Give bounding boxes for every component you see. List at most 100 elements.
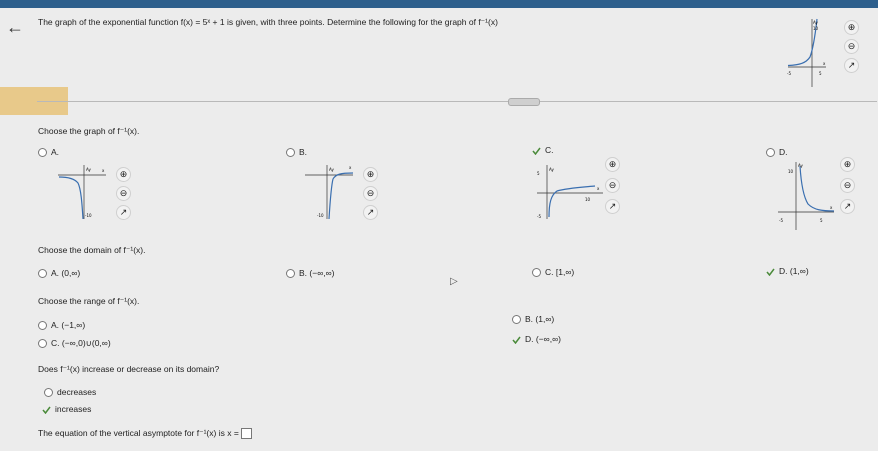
- graph-option-c[interactable]: C.: [532, 145, 554, 155]
- asymptote-prompt-text: The equation of the vertical asymptote f…: [38, 428, 239, 438]
- radio-range-c[interactable]: [38, 339, 47, 349]
- domain-option-b-text: (−∞,∞): [309, 268, 335, 278]
- top-bar: [0, 0, 878, 8]
- range-option-c-letter: C.: [51, 338, 60, 348]
- check-icon: [512, 336, 521, 344]
- radio-range-a[interactable]: [38, 321, 47, 331]
- graph-option-d-letter: D.: [779, 147, 788, 157]
- graph-a-label-y: Ay: [86, 167, 91, 172]
- behavior-option-increases-text: increases: [55, 404, 92, 414]
- domain-option-d-letter: D.: [779, 266, 788, 276]
- radio-domain-a[interactable]: [38, 269, 47, 279]
- arrow-left-icon[interactable]: ←: [6, 17, 24, 38]
- graph-option-b-letter: B.: [299, 147, 308, 157]
- range-option-b[interactable]: B. (1,∞): [512, 314, 555, 325]
- range-option-a-letter: A.: [51, 320, 60, 330]
- range-option-c[interactable]: C. (−∞,0)∪(0,∞): [38, 338, 111, 349]
- domain-option-d-text: (1,∞): [789, 266, 809, 276]
- graph-option-b[interactable]: B.: [286, 147, 308, 158]
- mouse-cursor-icon: ▷: [450, 276, 458, 287]
- range-option-b-text: (1,∞): [535, 314, 555, 324]
- behavior-option-increases[interactable]: increases: [42, 404, 91, 414]
- zoom-out-icon[interactable]: ⊖: [605, 178, 620, 193]
- domain-option-c-text: [1,∞): [555, 267, 575, 277]
- range-option-d-text: (−∞,∞): [535, 334, 561, 344]
- behavior-option-decreases[interactable]: decreases: [44, 387, 97, 398]
- domain-prompt: Choose the domain of f⁻¹(x).: [38, 245, 146, 255]
- popout-icon[interactable]: ↗: [605, 199, 620, 214]
- check-icon: [42, 406, 51, 414]
- check-icon: [766, 268, 775, 276]
- range-prompt: Choose the range of f⁻¹(x).: [38, 296, 140, 306]
- zoom-in-icon[interactable]: ⊕: [605, 157, 620, 172]
- divider: [37, 101, 877, 102]
- radio-range-b[interactable]: [512, 315, 521, 325]
- graph-d-label-y: Ay: [798, 163, 803, 168]
- graph-option-b-plot: Ay x -10: [305, 165, 354, 220]
- graph-label-x: x: [823, 61, 826, 66]
- behavior-option-decreases-text: decreases: [57, 387, 97, 397]
- radio-b[interactable]: [286, 148, 295, 158]
- popout-icon[interactable]: ↗: [840, 199, 855, 214]
- graph-d-label-ten: 10: [788, 169, 794, 174]
- graph-a-label-x: x: [102, 168, 105, 173]
- graph-prompt: Choose the graph of f⁻¹(x).: [38, 126, 140, 136]
- check-icon: [532, 147, 541, 155]
- zoom-out-icon[interactable]: ⊖: [840, 178, 855, 193]
- graph-option-a-plot: Ay x -10: [58, 165, 106, 220]
- domain-option-b[interactable]: B. (−∞,∞): [286, 268, 335, 279]
- range-option-d-letter: D.: [525, 334, 534, 344]
- graph-c-label-y: Ay: [549, 167, 554, 172]
- graph-label-y: Ay: [813, 20, 818, 25]
- zoom-in-icon[interactable]: ⊕: [363, 167, 378, 182]
- graph-option-a[interactable]: A.: [38, 147, 60, 158]
- domain-option-a[interactable]: A. (0,∞): [38, 268, 81, 279]
- popout-icon[interactable]: ↗: [363, 205, 378, 220]
- radio-decreases[interactable]: [44, 388, 53, 398]
- asymptote-answer-input[interactable]: [240, 428, 252, 440]
- radio-d[interactable]: [766, 148, 775, 158]
- graph-b-label-x: x: [349, 165, 352, 170]
- graph-a-label-neg-ten: -10: [85, 213, 92, 218]
- graph-d-label-x: x: [830, 205, 833, 210]
- range-option-a-text: (−1,∞): [61, 320, 86, 330]
- zoom-in-icon[interactable]: ⊕: [840, 157, 855, 172]
- graph-option-c-letter: C.: [545, 145, 554, 155]
- domain-option-d[interactable]: D. (1,∞): [766, 266, 809, 276]
- graph-option-d-plot: Ay 10 x -5 5: [778, 162, 835, 230]
- range-option-b-letter: B.: [525, 314, 534, 324]
- graph-option-d[interactable]: D.: [766, 147, 788, 158]
- graph-b-label-y: Ay: [329, 167, 334, 172]
- range-option-d[interactable]: D. (−∞,∞): [512, 334, 561, 344]
- original-graph: Ay 10 x -5 5: [787, 18, 826, 87]
- zoom-in-icon[interactable]: ⊕: [844, 20, 859, 35]
- domain-option-c[interactable]: C. [1,∞): [532, 267, 575, 278]
- zoom-out-icon[interactable]: ⊖: [844, 39, 859, 54]
- popout-icon[interactable]: ↗: [844, 58, 859, 73]
- expand-handle[interactable]: [508, 98, 540, 106]
- graph-c-label-x: x: [597, 186, 600, 191]
- question-text: The graph of the exponential function f(…: [38, 17, 498, 27]
- graph-b-label-neg-ten: -10: [317, 213, 324, 218]
- graph-option-a-letter: A.: [51, 147, 60, 157]
- domain-option-b-letter: B.: [299, 268, 308, 278]
- range-option-c-text: (−∞,0)∪(0,∞): [61, 338, 111, 348]
- zoom-in-icon[interactable]: ⊕: [116, 167, 131, 182]
- graph-c-label-ten: 10: [585, 197, 591, 202]
- radio-domain-c[interactable]: [532, 268, 541, 278]
- zoom-out-icon[interactable]: ⊖: [116, 186, 131, 201]
- zoom-out-icon[interactable]: ⊖: [363, 186, 378, 201]
- radio-domain-b[interactable]: [286, 269, 295, 279]
- domain-option-a-text: (0,∞): [61, 268, 81, 278]
- graph-d-label-five: 5: [820, 218, 823, 223]
- domain-option-c-letter: C.: [545, 267, 554, 277]
- range-option-a[interactable]: A. (−1,∞): [38, 320, 86, 331]
- graph-label-five: 5: [819, 71, 822, 76]
- domain-option-a-letter: A.: [51, 268, 60, 278]
- radio-a[interactable]: [38, 148, 47, 158]
- behavior-prompt: Does f⁻¹(x) increase or decrease on its …: [38, 364, 220, 374]
- graph-option-c-plot: Ay 5 x 10 -5: [537, 165, 603, 219]
- graph-d-label-neg-five: -5: [779, 218, 783, 223]
- graph-label-neg-five: -5: [787, 71, 791, 76]
- popout-icon[interactable]: ↗: [116, 205, 131, 220]
